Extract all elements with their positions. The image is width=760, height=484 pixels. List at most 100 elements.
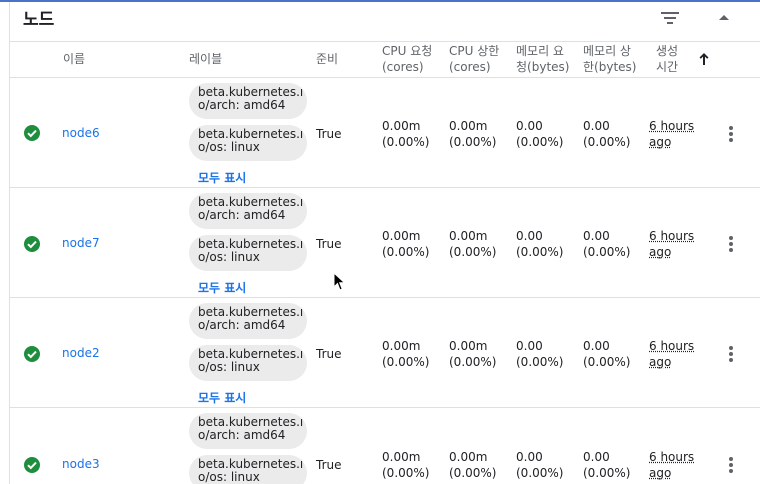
table-row: node7 beta.kubernetes.i o/arch: amd64 be… bbox=[9, 187, 760, 297]
memory-limits-amount: 0.00 bbox=[583, 229, 610, 243]
cpu-limits-amount: 0.00m bbox=[449, 339, 488, 353]
memory-requests-percent: (0.00%) bbox=[516, 135, 564, 149]
node-name-link[interactable]: node3 bbox=[62, 457, 100, 471]
cpu-limits-percent: (0.00%) bbox=[449, 466, 497, 480]
label-chip-text: o/arch: amd64 bbox=[198, 98, 286, 112]
label-chip[interactable]: beta.kubernetes.i o/os: linux bbox=[189, 345, 307, 381]
cpu-requests-percent: (0.00%) bbox=[382, 135, 430, 149]
age-value[interactable]: 6 hours ago bbox=[649, 118, 694, 150]
label-chip-text: o/os: linux bbox=[198, 470, 260, 484]
column-header-cpu-requests-line2: (cores) bbox=[382, 60, 424, 74]
label-chip[interactable]: beta.kubernetes.i o/arch: amd64 bbox=[189, 83, 307, 119]
table-row: node6 beta.kubernetes.i o/arch: amd64 be… bbox=[9, 77, 760, 187]
column-header-name[interactable]: 이름 bbox=[63, 51, 85, 67]
memory-limits-percent: (0.00%) bbox=[583, 135, 631, 149]
memory-limits-percent: (0.00%) bbox=[583, 355, 631, 369]
cpu-requests-percent: (0.00%) bbox=[382, 466, 430, 480]
column-header-cpu-limits-line2: (cores) bbox=[449, 60, 491, 74]
cpu-limits-value: 0.00m (0.00%) bbox=[449, 338, 496, 370]
ready-value: True bbox=[316, 458, 342, 472]
age-value-line1: 6 hours bbox=[649, 339, 695, 353]
memory-requests-percent: (0.00%) bbox=[516, 466, 564, 480]
header-divider bbox=[9, 41, 760, 42]
cpu-requests-amount: 0.00m bbox=[382, 229, 421, 243]
memory-limits-percent: (0.00%) bbox=[583, 245, 631, 259]
cpu-limits-percent: (0.00%) bbox=[449, 355, 497, 369]
column-header-memory-limits-line1: 메모리 상 bbox=[583, 44, 631, 58]
column-header-memory-requests-line1: 메모리 요 bbox=[516, 44, 564, 58]
label-chip[interactable]: beta.kubernetes.i o/os: linux bbox=[189, 455, 307, 484]
age-value[interactable]: 6 hours ago bbox=[649, 449, 694, 481]
age-value[interactable]: 6 hours ago bbox=[649, 338, 694, 370]
label-chip[interactable]: beta.kubernetes.i o/arch: amd64 bbox=[189, 193, 307, 229]
memory-limits-amount: 0.00 bbox=[583, 119, 610, 133]
mouse-cursor-icon bbox=[333, 272, 346, 291]
more-vert-icon[interactable] bbox=[723, 234, 739, 254]
column-header-memory-limits-line2: 한(bytes) bbox=[583, 60, 637, 74]
show-all-labels-link[interactable]: 모두 표시 bbox=[198, 279, 246, 296]
check-circle-icon bbox=[24, 346, 40, 362]
label-chip[interactable]: beta.kubernetes.i o/os: linux bbox=[189, 235, 307, 271]
memory-limits-value: 0.00 (0.00%) bbox=[583, 228, 630, 260]
label-chip[interactable]: beta.kubernetes.i o/os: linux bbox=[189, 125, 307, 161]
column-header-memory-limits[interactable]: 메모리 상 한(bytes) bbox=[583, 43, 636, 75]
memory-limits-amount: 0.00 bbox=[583, 339, 610, 353]
memory-requests-value: 0.00 (0.00%) bbox=[516, 228, 563, 260]
cpu-limits-value: 0.00m (0.00%) bbox=[449, 228, 496, 260]
memory-limits-value: 0.00 (0.00%) bbox=[583, 338, 630, 370]
column-header-memory-requests-line2: 청(bytes) bbox=[516, 60, 570, 74]
memory-requests-amount: 0.00 bbox=[516, 119, 543, 133]
age-value-line2: ago bbox=[649, 135, 672, 149]
label-chip[interactable]: beta.kubernetes.i o/arch: amd64 bbox=[189, 303, 307, 339]
memory-requests-percent: (0.00%) bbox=[516, 355, 564, 369]
memory-requests-amount: 0.00 bbox=[516, 450, 543, 464]
arrow-drop-up-icon[interactable] bbox=[716, 10, 732, 26]
memory-limits-percent: (0.00%) bbox=[583, 466, 631, 480]
more-vert-icon[interactable] bbox=[723, 124, 739, 144]
cpu-requests-value: 0.00m (0.00%) bbox=[382, 118, 429, 150]
node-name-link[interactable]: node2 bbox=[62, 346, 100, 360]
cpu-limits-amount: 0.00m bbox=[449, 229, 488, 243]
page-title: 노드 bbox=[23, 10, 55, 30]
memory-requests-amount: 0.00 bbox=[516, 339, 543, 353]
memory-limits-value: 0.00 (0.00%) bbox=[583, 449, 630, 481]
column-header-cpu-requests[interactable]: CPU 요청 (cores) bbox=[382, 43, 432, 75]
age-value-line2: ago bbox=[649, 355, 672, 369]
cpu-limits-value: 0.00m (0.00%) bbox=[449, 118, 496, 150]
memory-limits-amount: 0.00 bbox=[583, 450, 610, 464]
more-vert-icon[interactable] bbox=[723, 455, 739, 475]
node-name-link[interactable]: node6 bbox=[62, 126, 100, 140]
label-chip[interactable]: beta.kubernetes.i o/arch: amd64 bbox=[189, 413, 307, 449]
column-header-age[interactable]: 생성 시간 bbox=[656, 43, 678, 75]
cpu-requests-percent: (0.00%) bbox=[382, 355, 430, 369]
memory-requests-percent: (0.00%) bbox=[516, 245, 564, 259]
ready-value: True bbox=[316, 237, 342, 251]
show-all-labels-link[interactable]: 모두 표시 bbox=[198, 169, 246, 186]
label-chip-text: o/arch: amd64 bbox=[198, 428, 286, 442]
show-all-labels-link[interactable]: 모두 표시 bbox=[198, 389, 246, 406]
age-value-line1: 6 hours bbox=[649, 119, 695, 133]
column-header-cpu-requests-line1: CPU 요청 bbox=[382, 44, 433, 58]
ready-value: True bbox=[316, 127, 342, 141]
table-row: node3 beta.kubernetes.i o/arch: amd64 be… bbox=[9, 407, 760, 484]
more-vert-icon[interactable] bbox=[723, 344, 739, 364]
filter-list-icon[interactable] bbox=[660, 10, 680, 26]
ready-value: True bbox=[316, 347, 342, 361]
column-header-memory-requests[interactable]: 메모리 요 청(bytes) bbox=[516, 43, 569, 75]
age-value[interactable]: 6 hours ago bbox=[649, 228, 694, 260]
age-value-line1: 6 hours bbox=[649, 229, 695, 243]
memory-limits-value: 0.00 (0.00%) bbox=[583, 118, 630, 150]
cpu-requests-percent: (0.00%) bbox=[382, 245, 430, 259]
cpu-requests-amount: 0.00m bbox=[382, 450, 421, 464]
cpu-requests-value: 0.00m (0.00%) bbox=[382, 228, 429, 260]
column-header-age-line2: 시간 bbox=[656, 60, 679, 74]
column-header-age-line1: 생성 bbox=[656, 44, 679, 58]
label-chip-text: o/arch: amd64 bbox=[198, 208, 286, 222]
check-circle-icon bbox=[24, 236, 40, 252]
column-header-ready[interactable]: 준비 bbox=[316, 51, 338, 67]
column-header-cpu-limits[interactable]: CPU 상한 (cores) bbox=[449, 43, 499, 75]
node-name-link[interactable]: node7 bbox=[62, 236, 100, 250]
age-value-line2: ago bbox=[649, 466, 672, 480]
cpu-limits-percent: (0.00%) bbox=[449, 135, 497, 149]
arrow-upward-icon[interactable] bbox=[698, 52, 710, 66]
